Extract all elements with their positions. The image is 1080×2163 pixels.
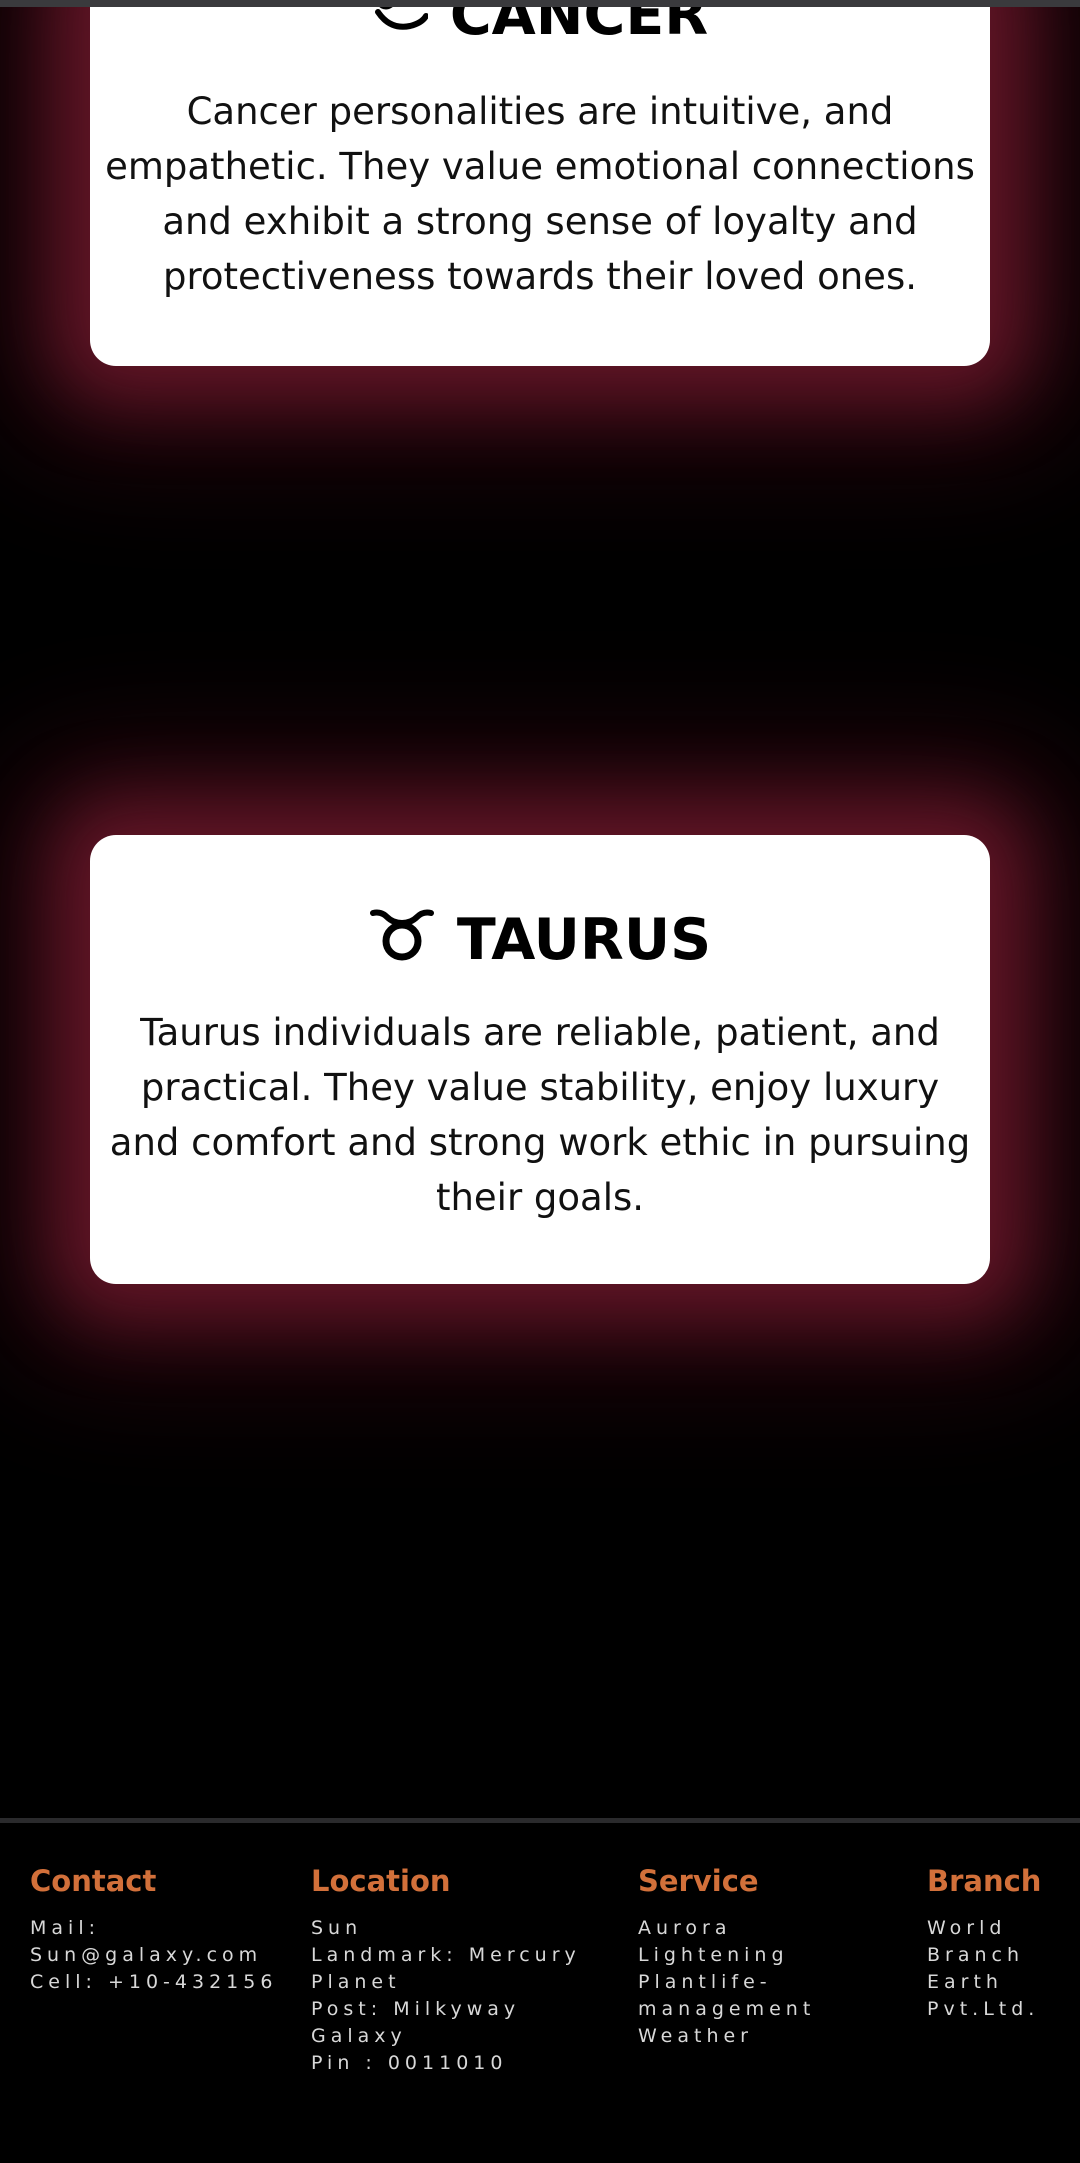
location-line: Planet [311,1971,401,1993]
branch-line: World [927,1917,1007,1939]
zodiac-card-taurus: TAURUS Taurus individuals are reliable, … [90,835,990,1284]
branch-line: Pvt.Ltd. [927,1998,1040,2020]
location-line: Landmark: Mercury [311,1944,581,1966]
footer-contact-column: Contact Mail: Sun@galaxy.com Cell: +10-4… [30,1863,277,1996]
location-line: Sun [311,1917,363,1939]
footer-heading-contact: Contact [30,1864,157,1898]
browser-top-edge [0,0,1080,7]
location-line: Galaxy [311,2025,407,2047]
footer-heading-service: Service [638,1864,759,1898]
contact-mail-label: Mail: [30,1917,100,1939]
footer: Contact Mail: Sun@galaxy.com Cell: +10-4… [0,1818,1080,2163]
service-item: Plantlife- [638,1971,772,1993]
location-line: Pin : 0011010 [311,2052,508,2074]
footer-heading-location: Location [311,1864,451,1898]
service-item: Aurora [638,1917,732,1939]
footer-heading-branch: Branch [927,1864,1042,1898]
card-description: Cancer personalities are intuitive, and … [105,90,975,298]
branch-line: Branch [927,1944,1025,1966]
footer-branch-column: Branch World Branch Earth Pvt.Ltd. [927,1863,1041,2023]
card-description: Taurus individuals are reliable, patient… [109,1011,971,1219]
footer-service-column: Service Aurora Lightening Plantlife- man… [638,1863,815,2050]
service-item: Weather [638,2025,753,2047]
page: CANCER Cancer personalities are intuitiv… [0,0,1080,2163]
card-title-row: TAURUS [90,907,990,973]
contact-cell[interactable]: Cell: +10-432156 [30,1969,277,1996]
footer-location-column: Location Sun Landmark: Mercury Planet Po… [311,1863,581,2077]
card-title-text: TAURUS [456,906,712,973]
location-line: Post: Milkyway [311,1998,521,2020]
service-item: Lightening [638,1944,789,1966]
contact-mail-address[interactable]: Sun@galaxy.com [30,1942,277,1969]
taurus-zodiac-icon [369,907,435,973]
branch-line: Earth [927,1971,1003,1993]
service-item: management [638,1998,816,2020]
zodiac-card-cancer: CANCER Cancer personalities are intuitiv… [90,0,990,366]
